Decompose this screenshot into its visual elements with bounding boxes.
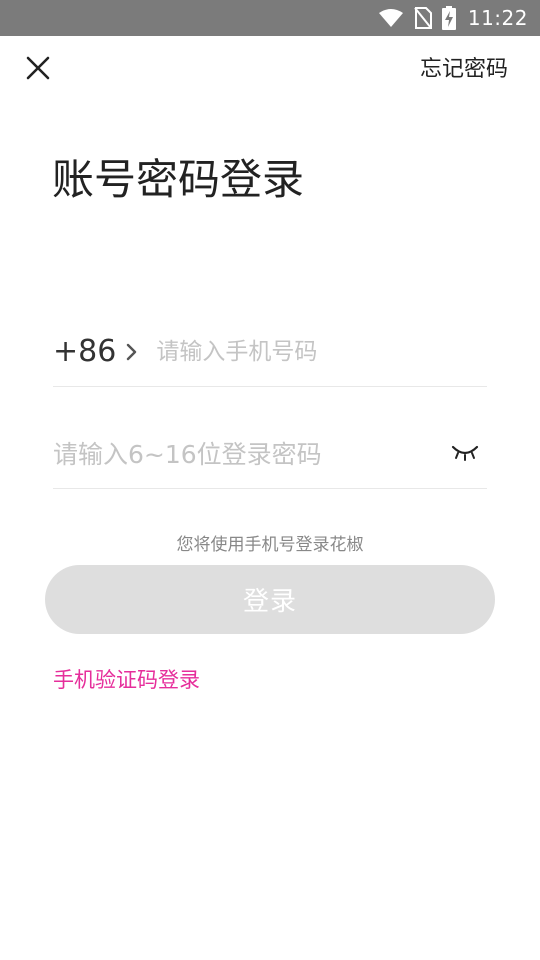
login-button[interactable]: 登录 bbox=[45, 565, 495, 634]
close-button[interactable] bbox=[24, 56, 52, 84]
status-icons: 11:22 bbox=[378, 0, 528, 36]
password-visibility-toggle[interactable] bbox=[449, 438, 481, 470]
forgot-password-link[interactable]: 忘记密码 bbox=[420, 55, 508, 85]
chevron-right-icon bbox=[126, 342, 138, 362]
status-bar: 11:22 bbox=[0, 0, 540, 36]
battery-charging-icon bbox=[441, 6, 456, 30]
password-field-row bbox=[53, 420, 487, 489]
password-input[interactable] bbox=[53, 439, 423, 469]
status-time: 11:22 bbox=[467, 6, 528, 30]
no-sim-icon bbox=[414, 7, 432, 29]
sms-login-link[interactable]: 手机验证码登录 bbox=[53, 666, 200, 694]
wifi-icon bbox=[378, 8, 404, 28]
login-hint: 您将使用手机号登录花椒 bbox=[176, 535, 364, 555]
eye-closed-icon bbox=[451, 443, 479, 465]
phone-input[interactable] bbox=[156, 339, 457, 365]
page-title: 账号密码登录 bbox=[52, 155, 305, 204]
close-icon bbox=[26, 56, 50, 84]
phone-field-row: +86 bbox=[53, 318, 487, 387]
country-code: +86 bbox=[53, 334, 117, 369]
country-code-selector[interactable]: +86 bbox=[53, 332, 138, 372]
